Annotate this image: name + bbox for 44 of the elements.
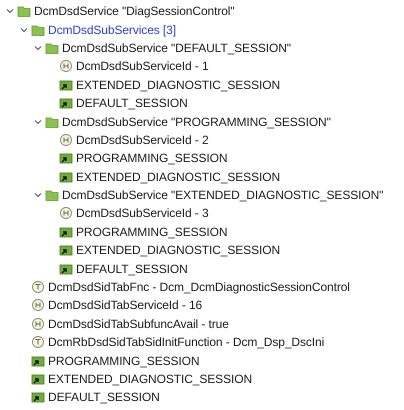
tree-item[interactable]: DcmDsdSubServices [3] — [48, 22, 176, 37]
reference-icon — [59, 262, 73, 276]
tree-item[interactable]: DcmDsdSidTabServiceId - 16 — [48, 298, 202, 312]
tree-item[interactable]: DcmDsdService "DiagSessionControl" — [34, 4, 235, 18]
parameter-icon — [31, 335, 45, 350]
parameter-icon — [31, 316, 45, 331]
reference-icon — [59, 170, 73, 184]
tree-item[interactable]: DcmDsdSidTabFnc - Dcm_DcmDiagnosticSessionControl — [48, 280, 350, 294]
folder-icon — [45, 40, 59, 55]
tree-item[interactable]: EXTENDED_DIAGNOSTIC_SESSION — [76, 243, 280, 258]
tree-item[interactable]: DcmDsdSubService "DEFAULT_SESSION" — [62, 40, 291, 55]
reference-icon — [59, 78, 73, 92]
reference-icon — [31, 354, 45, 368]
reference-icon — [59, 96, 73, 110]
parameter-icon — [59, 59, 73, 74]
reference-icon — [31, 390, 45, 404]
folder-icon — [45, 114, 59, 129]
folder-icon — [17, 4, 31, 18]
folder-icon — [31, 22, 45, 37]
tree-item[interactable]: DEFAULT_SESSION — [48, 390, 160, 404]
tree-item[interactable]: PROGRAMMING_SESSION — [76, 151, 228, 166]
tree-item[interactable]: DcmDsdSubServiceId - 3 — [76, 206, 209, 220]
parameter-icon — [31, 298, 45, 312]
tree-item[interactable]: DEFAULT_SESSION — [76, 262, 188, 276]
tree-item[interactable]: EXTENDED_DIAGNOSTIC_SESSION — [76, 78, 280, 92]
tree-item[interactable]: DcmDsdSubService "PROGRAMMING_SESSION" — [62, 114, 331, 129]
tree-item[interactable]: DcmDsdSubServiceId - 2 — [76, 132, 209, 147]
folder-icon — [45, 188, 59, 202]
tree-item[interactable]: PROGRAMMING_SESSION — [76, 224, 228, 239]
reference-icon — [59, 224, 73, 239]
tree-item[interactable]: DcmDsdSubService "EXTENDED_DIAGNOSTIC_SESSION" — [62, 188, 384, 202]
tree-item[interactable]: DcmDsdSubServiceId - 1 — [76, 59, 209, 74]
tree-item[interactable]: EXTENDED_DIAGNOSTIC_SESSION — [76, 170, 280, 184]
tree-item[interactable]: PROGRAMMING_SESSION — [48, 354, 200, 368]
parameter-icon — [59, 206, 73, 220]
reference-icon — [59, 151, 73, 166]
tree-item[interactable]: DEFAULT_SESSION — [76, 96, 188, 110]
tree-item[interactable]: EXTENDED_DIAGNOSTIC_SESSION — [48, 372, 252, 386]
parameter-icon — [59, 132, 73, 147]
reference-icon — [31, 372, 45, 386]
tree-item[interactable]: DcmRbDsdSidTabSidInitFunction - Dcm_Dsp_DscIni — [48, 335, 324, 350]
tree-item[interactable]: DcmDsdSidTabSubfuncAvail - true — [48, 316, 229, 331]
reference-icon — [59, 243, 73, 258]
parameter-icon — [31, 280, 45, 294]
